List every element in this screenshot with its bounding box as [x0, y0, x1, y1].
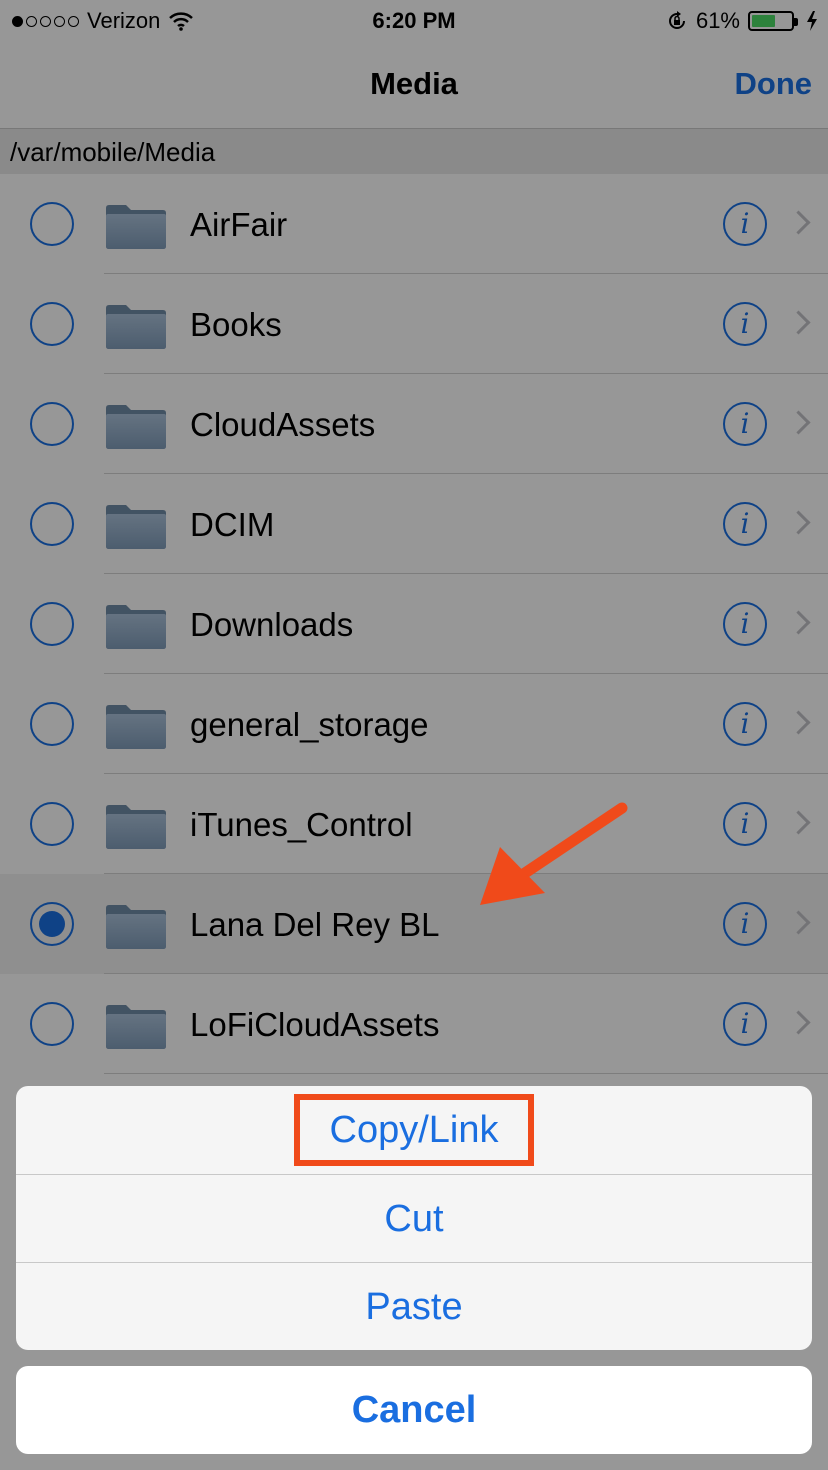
- paste-button[interactable]: Paste: [16, 1262, 812, 1350]
- annotation-highlight-box: [294, 1094, 534, 1166]
- cut-button[interactable]: Cut: [16, 1174, 812, 1263]
- action-sheet: Copy/Link Cut Paste: [16, 1086, 812, 1350]
- cancel-button[interactable]: Cancel: [16, 1366, 812, 1454]
- file-browser-screen: Verizon 6:20 PM 61% Media Done /var/mobi…: [0, 0, 828, 1470]
